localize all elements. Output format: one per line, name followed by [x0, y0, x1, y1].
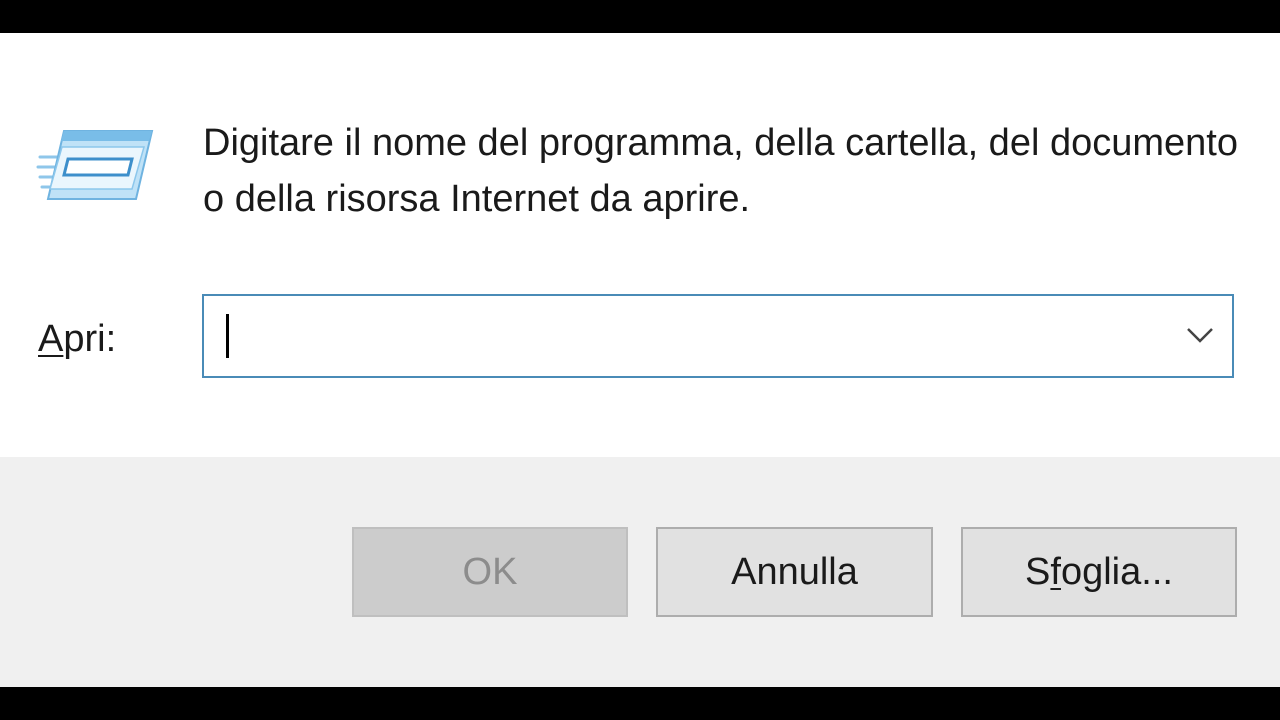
dialog-description: Digitare il nome del programma, della ca…	[203, 122, 1238, 220]
button-bar: OK Annulla Sf oglia...	[0, 457, 1280, 687]
browse-label-rest: oglia...	[1060, 550, 1173, 593]
open-combobox[interactable]	[202, 294, 1234, 378]
open-label-mnemonic: A	[38, 318, 64, 360]
open-label: Apri:	[38, 317, 116, 361]
open-input[interactable]	[204, 296, 1144, 376]
dropdown-button[interactable]	[1168, 296, 1232, 376]
ok-button[interactable]: OK	[352, 527, 628, 617]
text-caret	[226, 314, 229, 358]
browse-label-mnemonic: f	[1050, 550, 1061, 593]
browse-button[interactable]: Sf oglia...	[961, 527, 1237, 617]
run-icon	[36, 127, 156, 205]
browse-label-prefix: S	[1025, 550, 1051, 593]
letterbox-bottom	[0, 687, 1280, 720]
cancel-button[interactable]: Annulla	[656, 527, 933, 617]
chevron-down-icon	[1187, 328, 1213, 343]
run-dialog: Digitare il nome del programma, della ca…	[0, 33, 1280, 687]
letterbox-top	[0, 0, 1280, 33]
open-label-text: pri:	[63, 318, 117, 360]
